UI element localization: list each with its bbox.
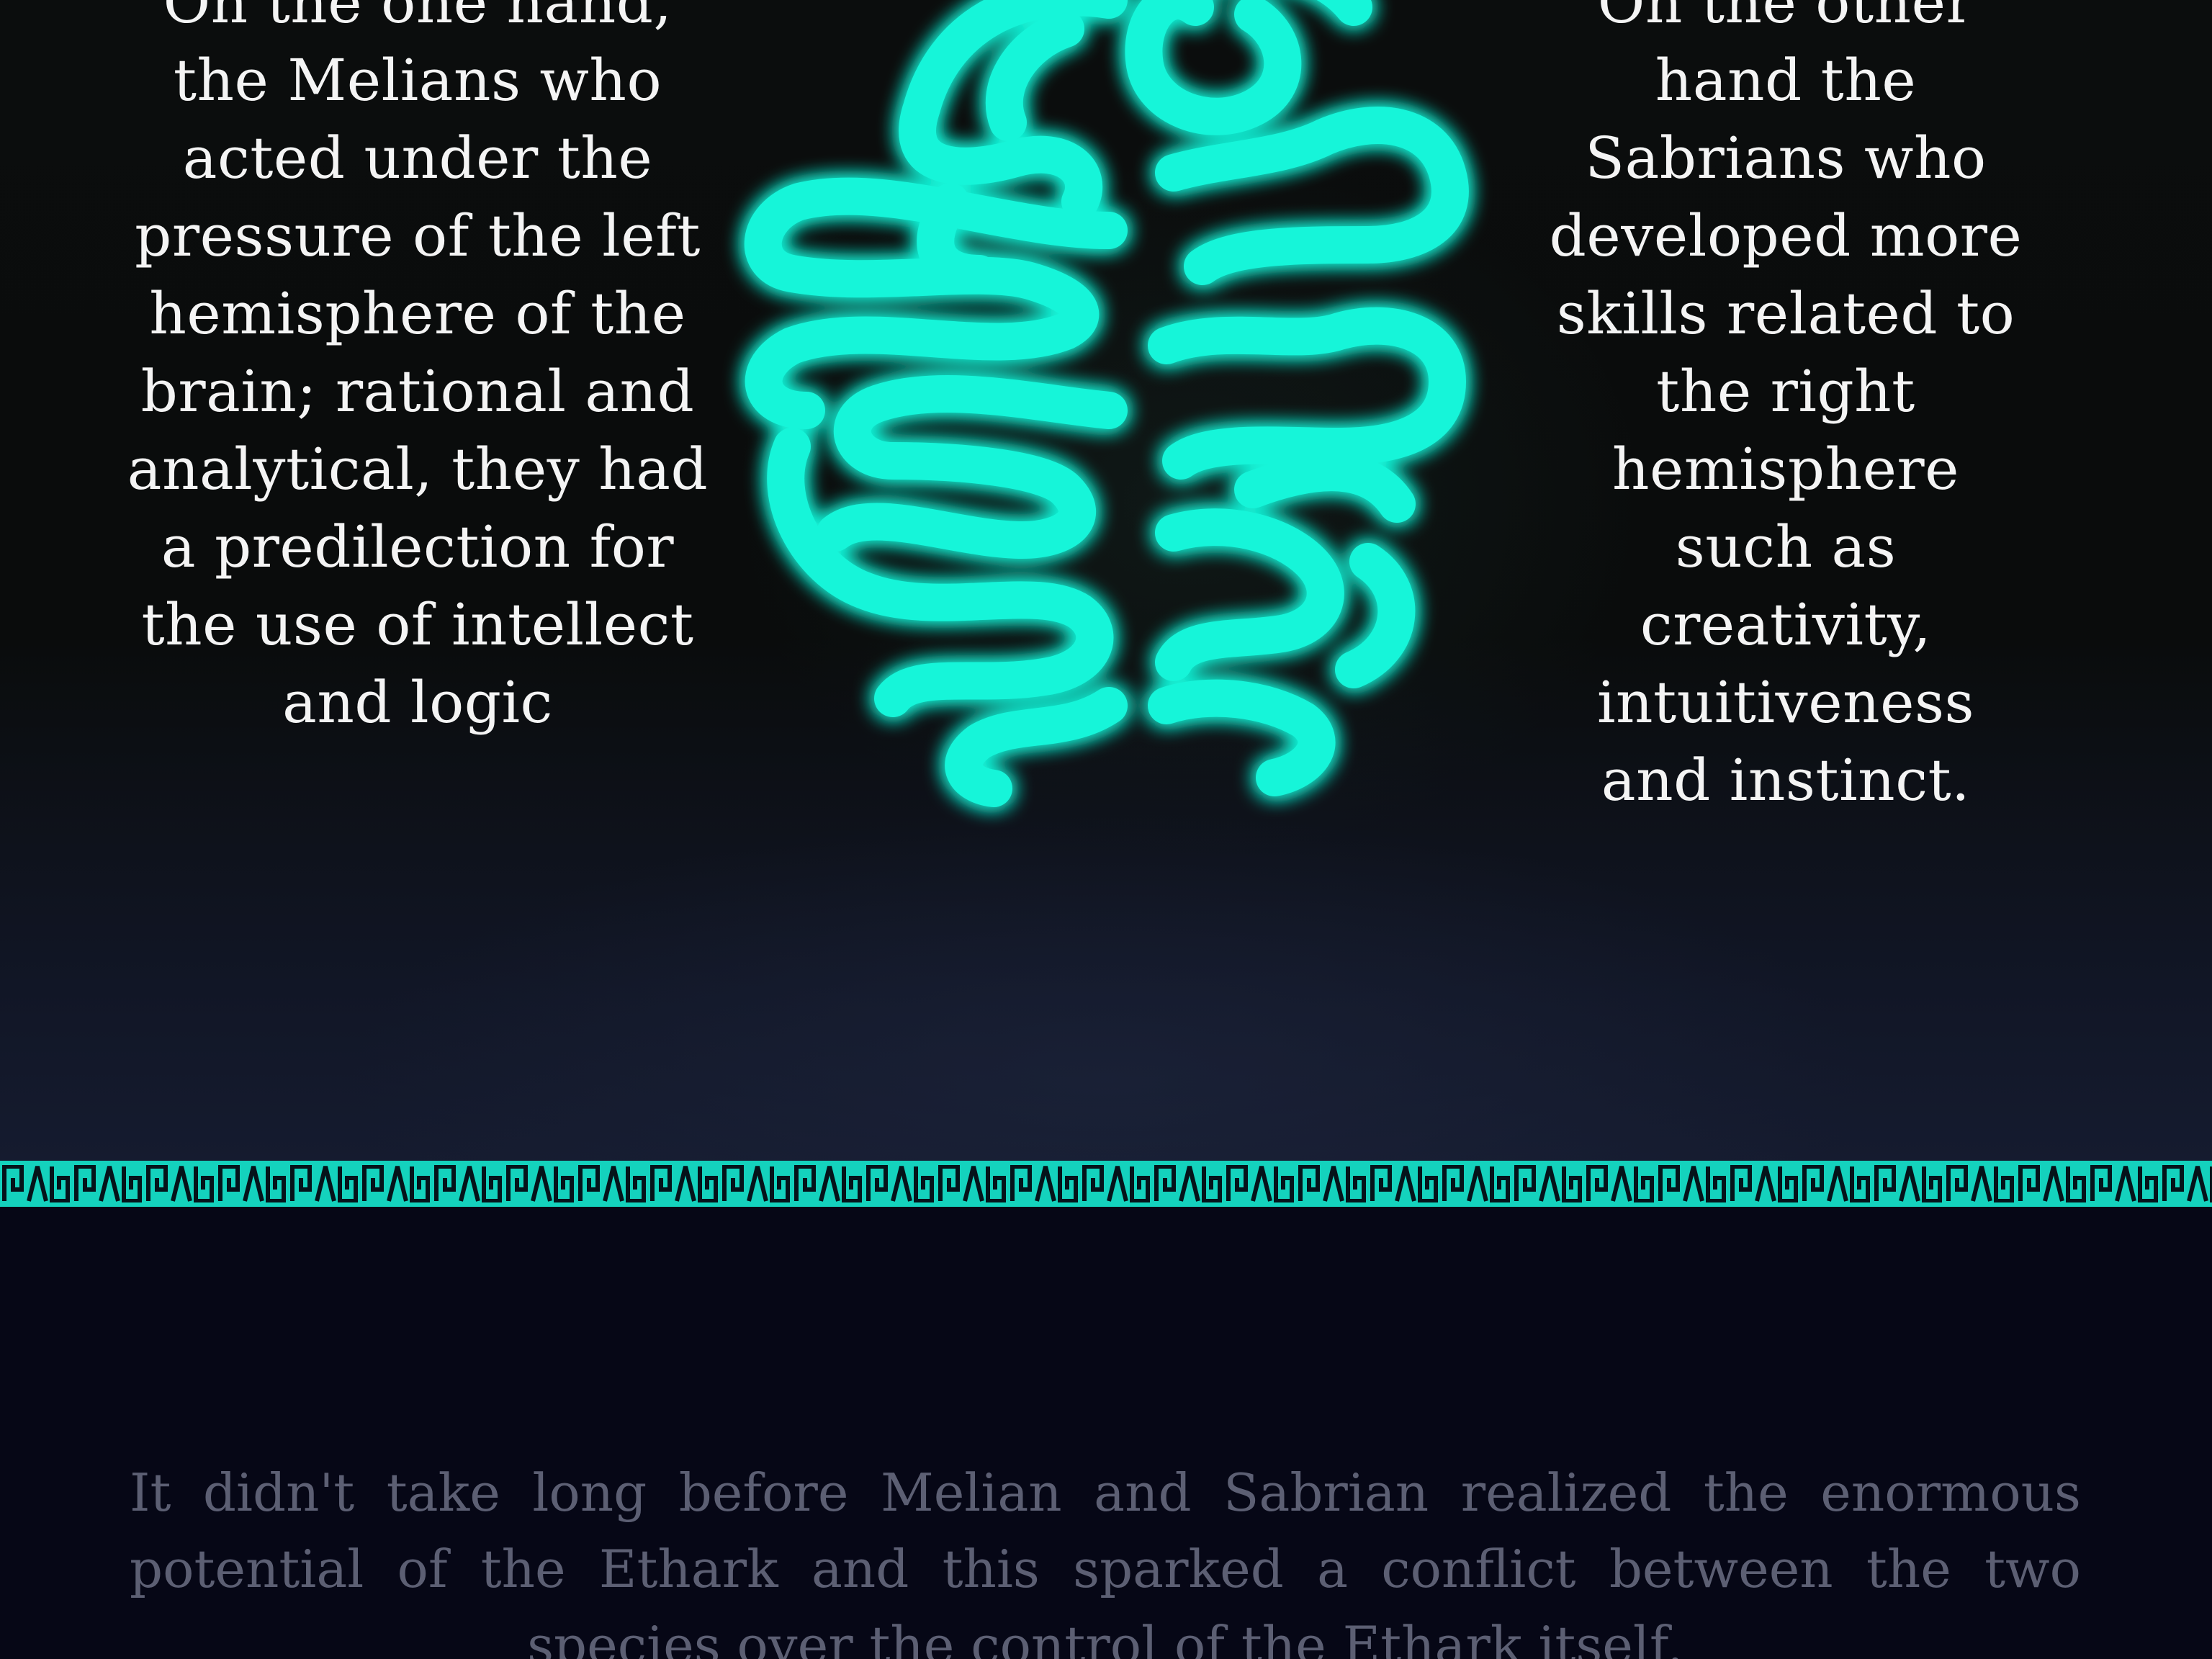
melians-description: On the one hand, the Melians who acted u…	[127, 0, 709, 736]
story-panel-top: On the one hand, the Melians who acted u…	[0, 0, 2212, 1161]
glowing-brain-icon	[706, 0, 1541, 807]
conflict-narration: It didn't take long before Melian and Sa…	[130, 1462, 2081, 1659]
meander-border	[0, 1161, 2212, 1207]
sabrians-description: On the other hand the Sabrians who devel…	[1549, 0, 2023, 814]
